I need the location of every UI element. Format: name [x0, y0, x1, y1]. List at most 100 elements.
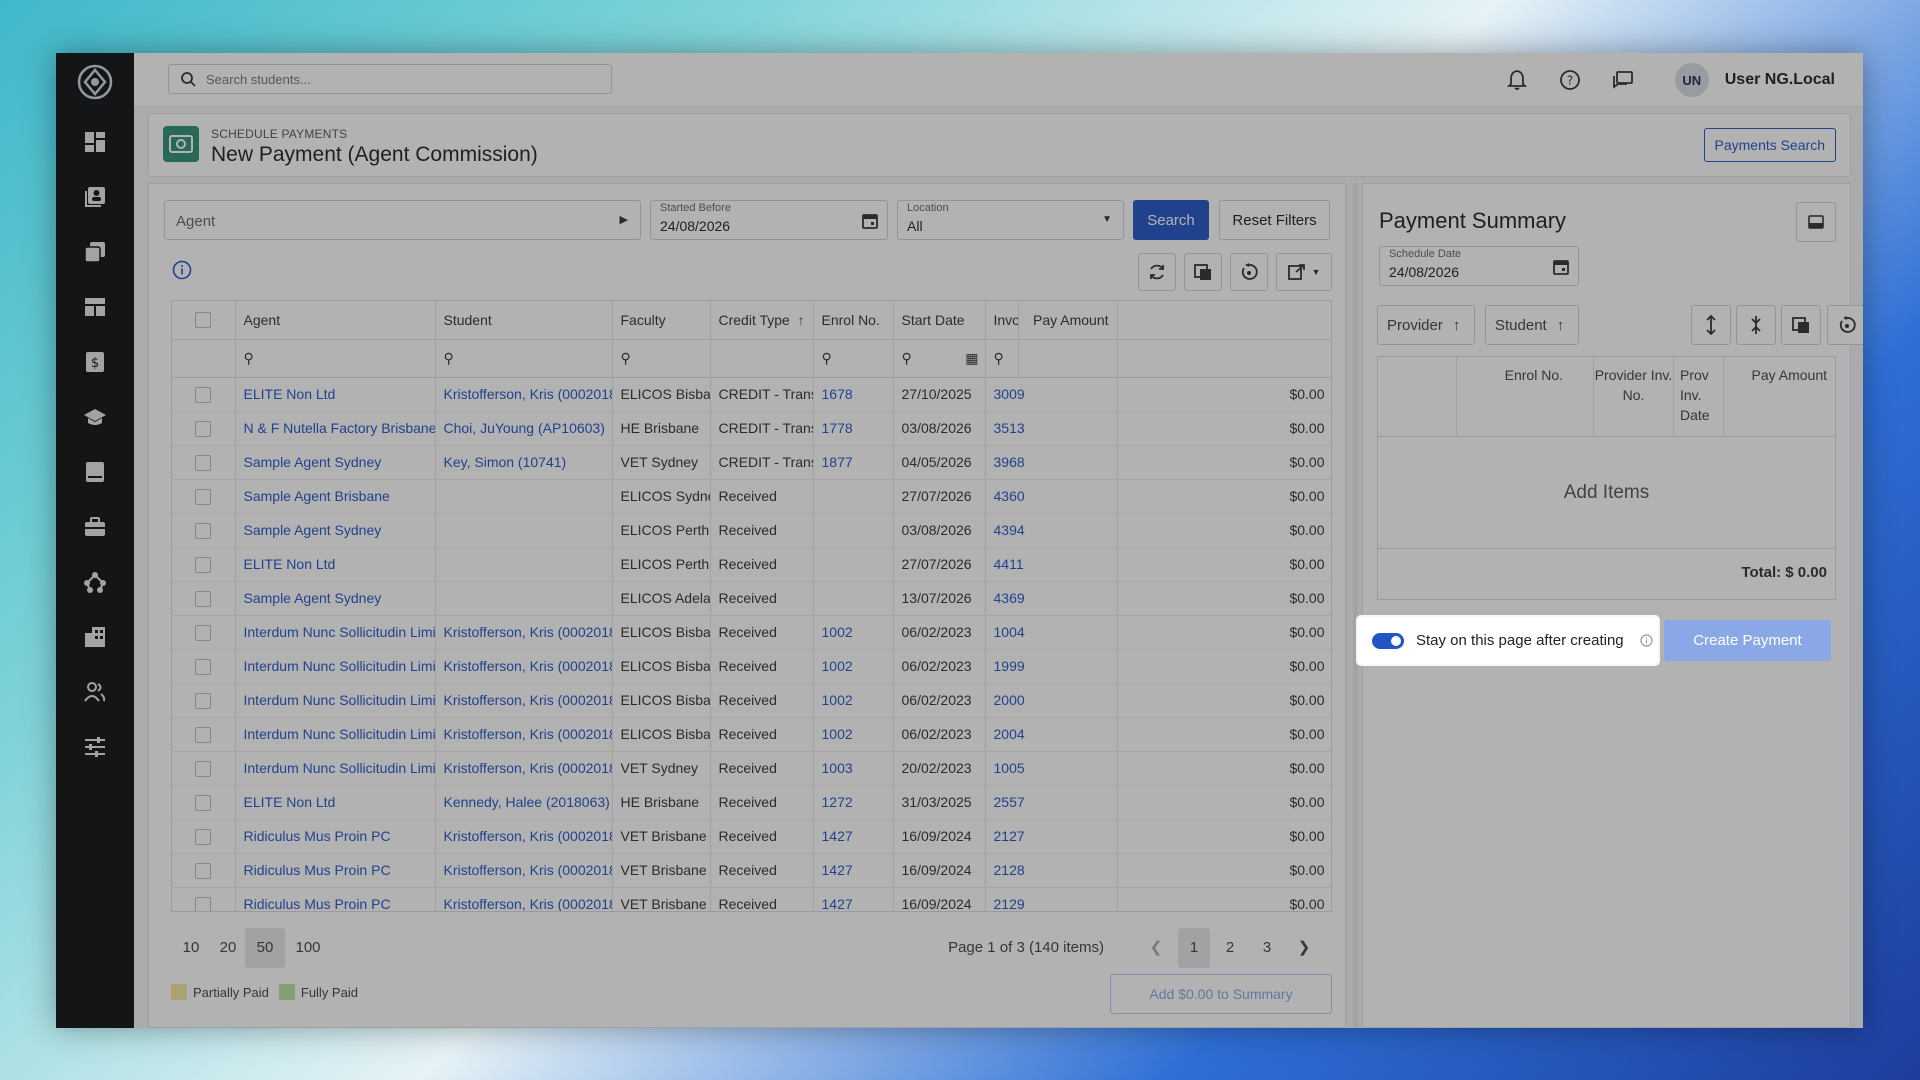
app-logo[interactable] — [74, 61, 116, 103]
student-cell-text[interactable]: Choi, JuYoung (AP10603) — [444, 420, 605, 436]
briefcase-icon[interactable] — [78, 510, 112, 544]
row-select-cell[interactable] — [172, 445, 236, 480]
student-cell[interactable]: Choi, JuYoung (AP10603) — [435, 411, 613, 446]
invoice-cell-text[interactable]: 3009 — [994, 386, 1025, 402]
invoice-cell[interactable]: 4360 — [985, 479, 1118, 514]
select-all-checkbox[interactable] — [195, 312, 212, 329]
invoice-cell-text[interactable]: 1999 — [994, 658, 1025, 674]
agent-cell-text[interactable]: Sample Agent Brisbane — [244, 488, 390, 504]
summary-col-provider-inv[interactable]: Provider Inv. No. — [1594, 357, 1674, 437]
help-icon[interactable]: ? — [1557, 67, 1583, 93]
invoice-cell-text[interactable]: 4369 — [994, 590, 1025, 606]
agent-cell[interactable]: Sample Agent Sydney — [235, 581, 436, 616]
minimize-panel-icon[interactable] — [1796, 202, 1836, 242]
invoice-cell[interactable]: 4369 — [985, 581, 1118, 616]
settings-sliders-icon[interactable] — [78, 730, 112, 764]
row-checkbox[interactable] — [195, 624, 212, 641]
invoice-cell[interactable]: 2000 — [985, 683, 1118, 718]
collapse-all-icon[interactable] — [1736, 305, 1776, 345]
row-checkbox[interactable] — [195, 726, 212, 743]
summary-col-pay-amount[interactable]: Pay Amount — [1724, 357, 1835, 437]
enrol-no-cell-text[interactable]: 1002 — [822, 624, 853, 640]
row-checkbox[interactable] — [195, 454, 212, 471]
summary-col-prov-inv-date[interactable]: Prov Inv. Date — [1674, 357, 1724, 437]
column-chooser-icon[interactable] — [1781, 305, 1821, 345]
table-row[interactable]: ELITE Non Ltd Kennedy, Halee (2018063) HE … — [172, 785, 1331, 820]
col-enrol-no[interactable]: Enrol No. — [813, 301, 894, 340]
row-select-cell[interactable] — [172, 513, 236, 548]
row-checkbox[interactable] — [195, 692, 212, 709]
invoice-cell[interactable]: 2129 — [985, 887, 1118, 911]
book-icon[interactable] — [78, 455, 112, 489]
info-icon[interactable] — [172, 260, 192, 280]
filter-enrol-no[interactable]: ⚲ — [813, 339, 894, 378]
student-cell-text[interactable]: Kristofferson, Kris (0002018108) — [444, 624, 612, 640]
row-select-cell[interactable] — [172, 377, 236, 412]
enrol-no-cell[interactable]: 1002 — [813, 649, 894, 684]
row-checkbox[interactable] — [195, 556, 212, 573]
student-cell[interactable]: Kristofferson, Kris (0002018108) — [435, 377, 613, 412]
invoice-cell[interactable]: 1005 — [985, 751, 1118, 786]
building-icon[interactable] — [78, 620, 112, 654]
agent-cell-text[interactable]: Interdum Nunc Sollicitudin Limited2 — [244, 692, 435, 708]
table-row[interactable]: Interdum Nunc Sollicitudin Limited2 Krist… — [172, 615, 1331, 650]
row-select-cell[interactable] — [172, 615, 236, 650]
student-cell[interactable]: Kristofferson, Kris (0002018108) — [435, 853, 613, 888]
col-agent[interactable]: Agent — [235, 301, 436, 340]
enrol-no-cell-text[interactable]: 1678 — [822, 386, 853, 402]
people-icon[interactable] — [78, 675, 112, 709]
sort-asc-icon[interactable]: ↑ — [798, 312, 805, 328]
row-select-cell[interactable] — [172, 751, 236, 786]
enrol-no-cell[interactable]: 1427 — [813, 819, 894, 854]
network-icon[interactable] — [78, 565, 112, 599]
enrol-no-cell-text[interactable]: 1002 — [822, 692, 853, 708]
invoice-cell-text[interactable]: 2128 — [994, 862, 1025, 878]
group-provider-chip[interactable]: Provider ↑ — [1377, 305, 1475, 345]
student-cell[interactable]: Kristofferson, Kris (0002018108) — [435, 683, 613, 718]
invoice-cell-text[interactable]: 2127 — [994, 828, 1025, 844]
enrol-no-cell-text[interactable]: 1427 — [822, 828, 853, 844]
students-icon[interactable] — [78, 180, 112, 214]
page-size-50[interactable]: 50 — [245, 928, 285, 968]
agent-cell-text[interactable]: N & F Nutella Factory Brisbane — [244, 420, 435, 436]
student-cell[interactable]: Key, Simon (10741) — [435, 445, 613, 480]
invoice-cell[interactable]: 2557 — [985, 785, 1118, 820]
invoice-cell-text[interactable]: 2000 — [994, 692, 1025, 708]
enrol-no-cell[interactable]: 1877 — [813, 445, 894, 480]
invoice-cell[interactable]: 4394 — [985, 513, 1118, 548]
layout-icon[interactable] — [78, 290, 112, 324]
agent-cell-text[interactable]: Interdum Nunc Sollicitudin Limited2 — [244, 760, 435, 776]
student-cell[interactable]: Kristofferson, Kris (0002018108) — [435, 819, 613, 854]
invoice-cell-text[interactable]: 4411 — [994, 556, 1024, 572]
username[interactable]: User NG.Local — [1725, 71, 1835, 89]
row-select-cell[interactable] — [172, 819, 236, 854]
col-student[interactable]: Student — [435, 301, 613, 340]
table-row[interactable]: Sample Agent Brisbane ELICOS Sydney Receiv… — [172, 479, 1331, 514]
invoice-cell-text[interactable]: 4394 — [994, 522, 1025, 538]
row-select-cell[interactable] — [172, 411, 236, 446]
filter-faculty[interactable]: ⚲ — [612, 339, 711, 378]
table-row[interactable]: N & F Nutella Factory Brisbane Choi, JuYo… — [172, 411, 1331, 446]
table-row[interactable]: Ridiculus Mus Proin PC Kristofferson, Kri… — [172, 887, 1331, 911]
agent-cell[interactable]: Interdum Nunc Sollicitudin Limited2 — [235, 649, 436, 684]
page-size-100[interactable]: 100 — [284, 928, 332, 968]
agent-cell[interactable]: Ridiculus Mus Proin PC — [235, 819, 436, 854]
agent-cell[interactable]: ELITE Non Ltd — [235, 547, 436, 582]
col-start-date[interactable]: Start Date — [893, 301, 986, 340]
stay-on-page-option[interactable]: Stay on this page after creating — [1358, 617, 1658, 664]
add-to-summary-button[interactable]: Add $0.00 to Summary — [1110, 974, 1332, 1014]
refresh-icon[interactable] — [1138, 253, 1176, 291]
table-row[interactable]: Interdum Nunc Sollicitudin Limited2 Krist… — [172, 717, 1331, 752]
create-payment-button[interactable]: Create Payment — [1664, 620, 1831, 661]
student-search-input[interactable] — [206, 71, 586, 87]
search-button[interactable]: Search — [1133, 200, 1209, 240]
table-row[interactable]: Interdum Nunc Sollicitudin Limited2 Krist… — [172, 683, 1331, 718]
student-cell-text[interactable]: Kristofferson, Kris (0002018108) — [444, 386, 612, 402]
enrol-no-cell[interactable]: 1778 — [813, 411, 894, 446]
agent-cell-text[interactable]: Interdum Nunc Sollicitudin Limited2 — [244, 624, 435, 640]
enrol-no-cell[interactable]: 1003 — [813, 751, 894, 786]
enrol-no-cell[interactable]: 1002 — [813, 615, 894, 650]
enrol-no-cell[interactable]: 1427 — [813, 853, 894, 888]
enrol-no-cell-text[interactable]: 1427 — [822, 896, 853, 911]
enrol-no-cell-text[interactable]: 1002 — [822, 726, 853, 742]
